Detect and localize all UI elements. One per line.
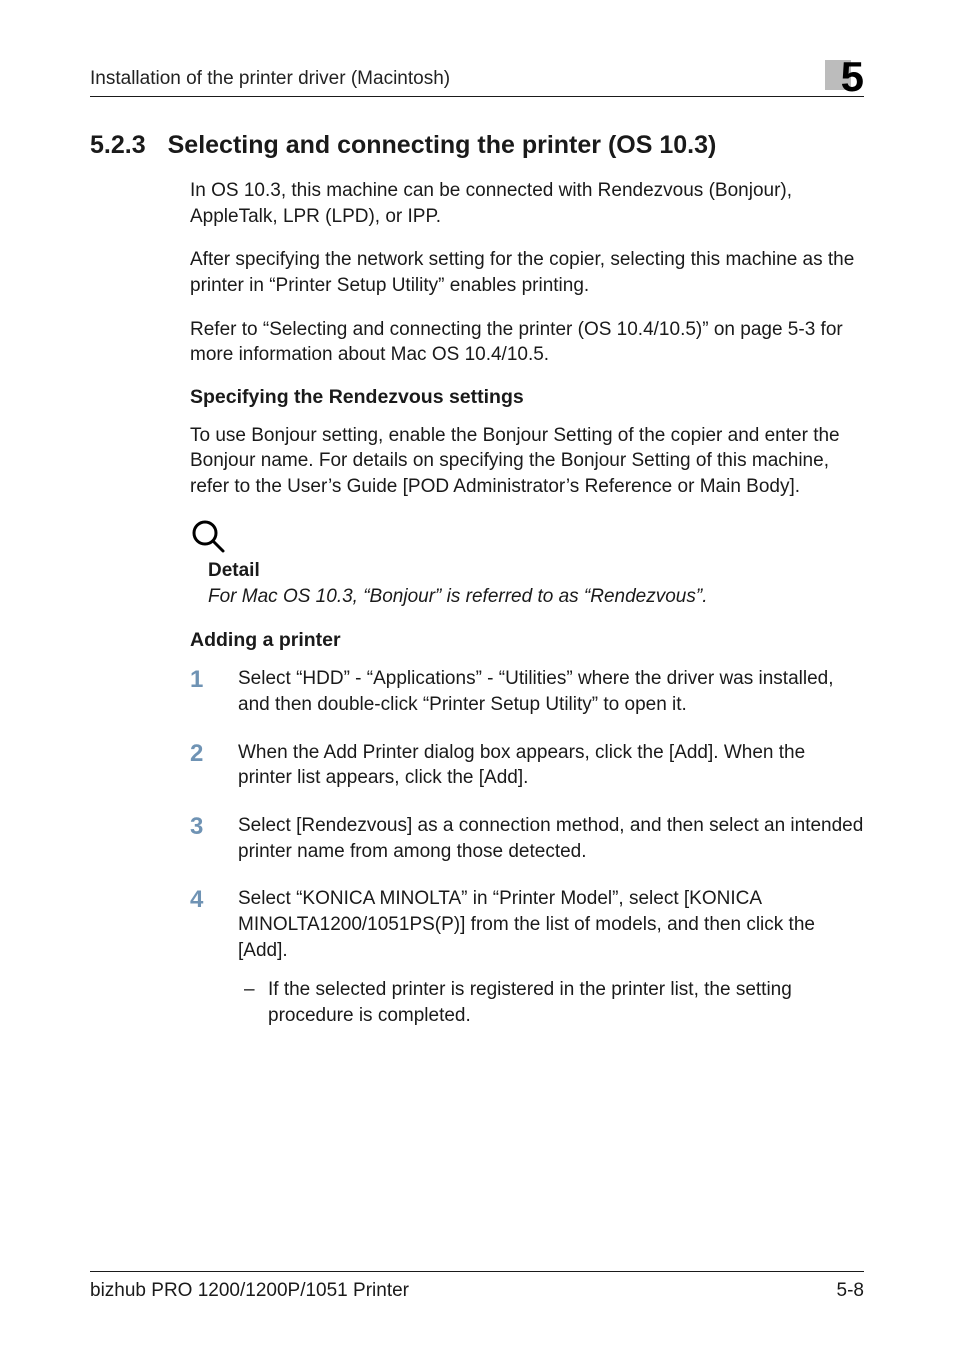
step-number: 4	[190, 884, 226, 916]
step-text: When the Add Printer dialog box appears,…	[238, 742, 805, 789]
step-1: 1 Select “HDD” - “Applications” - “Utili…	[190, 666, 864, 717]
intro-paragraph-3: Refer to “Selecting and connecting the p…	[190, 317, 864, 368]
step-2: 2 When the Add Printer dialog box appear…	[190, 740, 864, 791]
rendezvous-heading: Specifying the Rendezvous settings	[190, 386, 864, 409]
running-header: Installation of the printer driver (Maci…	[90, 48, 864, 97]
chapter-badge: 5	[825, 48, 864, 90]
section-number: 5.2.3	[90, 131, 146, 160]
detail-callout: Detail For Mac OS 10.3, “Bonjour” is ref…	[190, 518, 864, 610]
body-content: In OS 10.3, this machine can be connecte…	[90, 178, 864, 1028]
substeps-list: If the selected printer is registered in…	[238, 977, 864, 1028]
running-title: Installation of the printer driver (Maci…	[90, 68, 450, 90]
adding-printer-heading: Adding a printer	[190, 629, 864, 652]
detail-text: For Mac OS 10.3, “Bonjour” is referred t…	[208, 584, 864, 610]
magnifier-icon	[190, 518, 864, 556]
detail-label: Detail	[208, 560, 864, 582]
chapter-number: 5	[841, 56, 864, 98]
step-3: 3 Select [Rendezvous] as a connection me…	[190, 813, 864, 864]
step-text: Select “KONICA MINOLTA” in “Printer Mode…	[238, 888, 815, 960]
intro-paragraph-2: After specifying the network setting for…	[190, 247, 864, 298]
section-heading: 5.2.3 Selecting and connecting the print…	[90, 131, 864, 160]
footer-product: bizhub PRO 1200/1200P/1051 Printer	[90, 1280, 409, 1302]
intro-paragraph-1: In OS 10.3, this machine can be connecte…	[190, 178, 864, 229]
footer-page-number: 5-8	[837, 1280, 864, 1302]
step-number: 2	[190, 738, 226, 770]
step-text: Select “HDD” - “Applications” - “Utiliti…	[238, 668, 834, 715]
step-4: 4 Select “KONICA MINOLTA” in “Printer Mo…	[190, 886, 864, 1028]
substep-text: If the selected printer is registered in…	[268, 979, 792, 1026]
step-text: Select [Rendezvous] as a connection meth…	[238, 815, 863, 862]
step-number: 3	[190, 811, 226, 843]
section-title: Selecting and connecting the printer (OS…	[168, 131, 717, 160]
page-footer: bizhub PRO 1200/1200P/1051 Printer 5-8	[90, 1271, 864, 1302]
substep-1: If the selected printer is registered in…	[238, 977, 864, 1028]
step-number: 1	[190, 664, 226, 696]
rendezvous-paragraph: To use Bonjour setting, enable the Bonjo…	[190, 423, 864, 500]
steps-list: 1 Select “HDD” - “Applications” - “Utili…	[190, 666, 864, 1028]
